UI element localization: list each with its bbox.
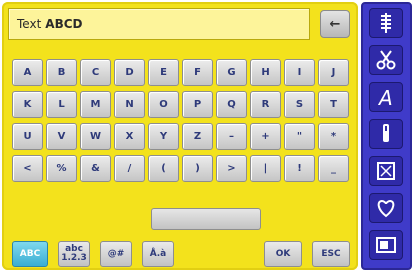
key[interactable]: Y <box>148 123 179 150</box>
key[interactable]: Z <box>182 123 213 150</box>
accented-chars-label: Å.à <box>149 248 167 259</box>
uppercase-mode-button[interactable]: ABC <box>12 241 48 267</box>
function-sidebar: A <box>361 2 412 270</box>
scissors-icon[interactable] <box>369 45 403 75</box>
key[interactable]: B <box>46 59 77 86</box>
text-input-field[interactable]: Text ABCD <box>8 8 310 40</box>
key[interactable]: + <box>250 123 281 150</box>
key[interactable]: L <box>46 91 77 118</box>
backspace-icon: ← <box>329 16 341 32</box>
key[interactable]: P <box>182 91 213 118</box>
font-a-icon[interactable]: A <box>369 82 403 112</box>
key-grid: A B C D E F G H I J K L M N O P Q R S T … <box>12 59 349 182</box>
special-chars-label: @# <box>107 248 125 259</box>
accented-chars-mode-button[interactable]: Å.à <box>142 241 174 267</box>
keyboard-panel: Text ABCD ← A B C D E F G H I J K L M N … <box>2 2 358 270</box>
key[interactable]: M <box>80 91 111 118</box>
lowercase-numbers-mode-button[interactable]: abc 1.2.3 <box>58 241 90 267</box>
special-chars-mode-button[interactable]: @# <box>100 241 132 267</box>
key[interactable]: J <box>318 59 349 86</box>
key[interactable]: | <box>250 155 281 182</box>
frame-icon[interactable] <box>369 156 403 186</box>
key[interactable]: E <box>148 59 179 86</box>
key[interactable]: N <box>114 91 145 118</box>
key[interactable]: Q <box>216 91 247 118</box>
key[interactable]: X <box>114 123 145 150</box>
key[interactable]: D <box>114 59 145 86</box>
key[interactable]: & <box>80 155 111 182</box>
heart-icon[interactable] <box>369 193 403 223</box>
key[interactable]: / <box>114 155 145 182</box>
text-field-label: Text <box>17 17 42 31</box>
key[interactable]: " <box>284 123 315 150</box>
info-icon[interactable] <box>369 230 403 260</box>
ok-button[interactable]: OK <box>264 241 302 267</box>
key[interactable]: > <box>216 155 247 182</box>
key[interactable]: F <box>182 59 213 86</box>
key[interactable]: S <box>284 91 315 118</box>
key[interactable]: T <box>318 91 349 118</box>
ok-label: OK <box>275 248 291 259</box>
esc-label: ESC <box>321 248 341 259</box>
key[interactable]: V <box>46 123 77 150</box>
text-field-value: ABCD <box>45 17 83 31</box>
key[interactable]: R <box>250 91 281 118</box>
uppercase-mode-label: ABC <box>19 248 41 259</box>
key[interactable]: < <box>12 155 43 182</box>
key[interactable]: ! <box>284 155 315 182</box>
key[interactable]: % <box>46 155 77 182</box>
svg-text:A: A <box>377 86 393 108</box>
key[interactable]: ) <box>182 155 213 182</box>
key[interactable]: C <box>80 59 111 86</box>
key[interactable]: ( <box>148 155 179 182</box>
key[interactable]: * <box>318 123 349 150</box>
key[interactable]: – <box>216 123 247 150</box>
backspace-button[interactable]: ← <box>320 10 350 38</box>
key[interactable]: I <box>284 59 315 86</box>
key[interactable]: A <box>12 59 43 86</box>
space-bar[interactable] <box>151 208 261 230</box>
key[interactable]: U <box>12 123 43 150</box>
key[interactable]: H <box>250 59 281 86</box>
sewing-text-editor: Text ABCD ← A B C D E F G H I J K L M N … <box>0 0 414 274</box>
key[interactable]: O <box>148 91 179 118</box>
key[interactable]: K <box>12 91 43 118</box>
needle-icon[interactable] <box>369 119 403 149</box>
numbers-mode-label: 1.2.3 <box>61 253 87 263</box>
stitch-icon[interactable] <box>369 8 403 38</box>
key[interactable]: W <box>80 123 111 150</box>
key[interactable]: _ <box>318 155 349 182</box>
esc-button[interactable]: ESC <box>312 241 350 267</box>
key[interactable]: G <box>216 59 247 86</box>
